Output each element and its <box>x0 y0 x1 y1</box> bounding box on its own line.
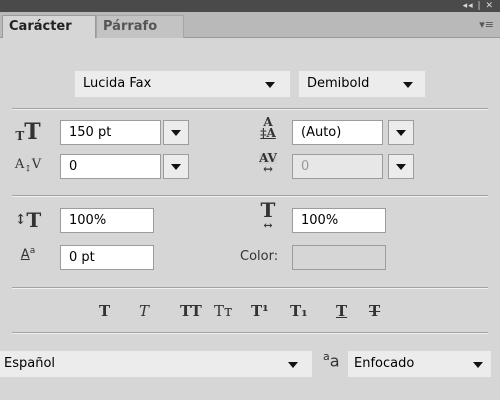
font-size-input[interactable]: 150 pt <box>60 120 161 145</box>
leading-dropdown-button[interactable] <box>388 120 414 145</box>
font-style-dropdown[interactable]: Demibold <box>299 71 425 97</box>
tracking-icon: AV ↔ <box>259 151 277 176</box>
chevron-down-icon <box>171 164 181 170</box>
chevron-down-icon <box>171 130 181 136</box>
superscript-button[interactable]: T¹ <box>251 299 269 323</box>
chevron-down-icon <box>396 130 406 136</box>
chevron-down-icon <box>396 164 406 170</box>
panel-window-controls[interactable]: ◂◂ | ✕ <box>463 0 494 12</box>
divider <box>12 288 488 289</box>
panel-menu-icon[interactable]: ▾≡ <box>479 18 494 31</box>
font-style-value: Demibold <box>307 76 370 91</box>
small-caps-button[interactable]: Tт <box>214 299 232 323</box>
faux-bold-button[interactable]: T <box>99 299 110 323</box>
chevron-down-icon <box>265 82 275 88</box>
character-panel: ◂◂ | ✕ Carácter Párrafo ▾≡ Lucida Fax De… <box>0 0 500 400</box>
baseline-shift-input[interactable]: 0 pt <box>60 245 154 270</box>
horizontal-scale-input[interactable]: 100% <box>292 208 386 233</box>
antialias-dropdown[interactable]: Enfocado <box>348 351 491 377</box>
divider <box>12 196 488 197</box>
tracking-dropdown-button[interactable] <box>388 154 414 179</box>
faux-italic-button[interactable]: T <box>139 299 149 323</box>
vertical-scale-icon: ↕ T <box>14 208 42 232</box>
language-dropdown[interactable]: Español <box>0 351 312 377</box>
chevron-down-icon <box>403 82 413 88</box>
tab-strip: Carácter Párrafo ▾≡ <box>0 12 500 38</box>
antialias-icon: aa <box>323 350 340 371</box>
baseline-shift-icon: Aa <box>20 245 36 263</box>
tab-paragraph[interactable]: Párrafo <box>96 15 184 38</box>
strikethrough-button[interactable]: T <box>369 299 380 323</box>
underline-button[interactable]: T <box>336 299 347 323</box>
chevron-down-icon <box>473 362 483 368</box>
all-caps-button[interactable]: TT <box>180 299 202 323</box>
divider <box>12 333 488 334</box>
panel-titlebar: ◂◂ | ✕ <box>0 0 500 12</box>
kerning-input[interactable]: 0 <box>60 154 161 179</box>
kerning-dropdown-button[interactable] <box>163 154 189 179</box>
kerning-icon: A↕V <box>14 157 42 175</box>
leading-icon: A ‡A <box>260 115 276 140</box>
leading-input[interactable]: (Auto) <box>292 120 383 145</box>
horizontal-scale-icon: T ↔ <box>260 198 276 232</box>
color-swatch[interactable] <box>292 245 386 270</box>
font-size-dropdown-button[interactable] <box>163 120 189 145</box>
divider <box>12 109 488 110</box>
vertical-scale-input[interactable]: 100% <box>60 208 154 233</box>
chevron-down-icon <box>288 362 298 368</box>
font-size-icon: TT <box>15 119 41 145</box>
font-family-value: Lucida Fax <box>83 76 152 91</box>
language-value: Español <box>4 356 56 371</box>
subscript-button[interactable]: T₁ <box>290 299 308 323</box>
antialias-value: Enfocado <box>354 356 415 371</box>
color-label: Color: <box>240 249 279 264</box>
tracking-input: 0 <box>292 154 383 179</box>
font-family-dropdown[interactable]: Lucida Fax <box>75 71 290 97</box>
tab-character[interactable]: Carácter <box>2 15 96 38</box>
